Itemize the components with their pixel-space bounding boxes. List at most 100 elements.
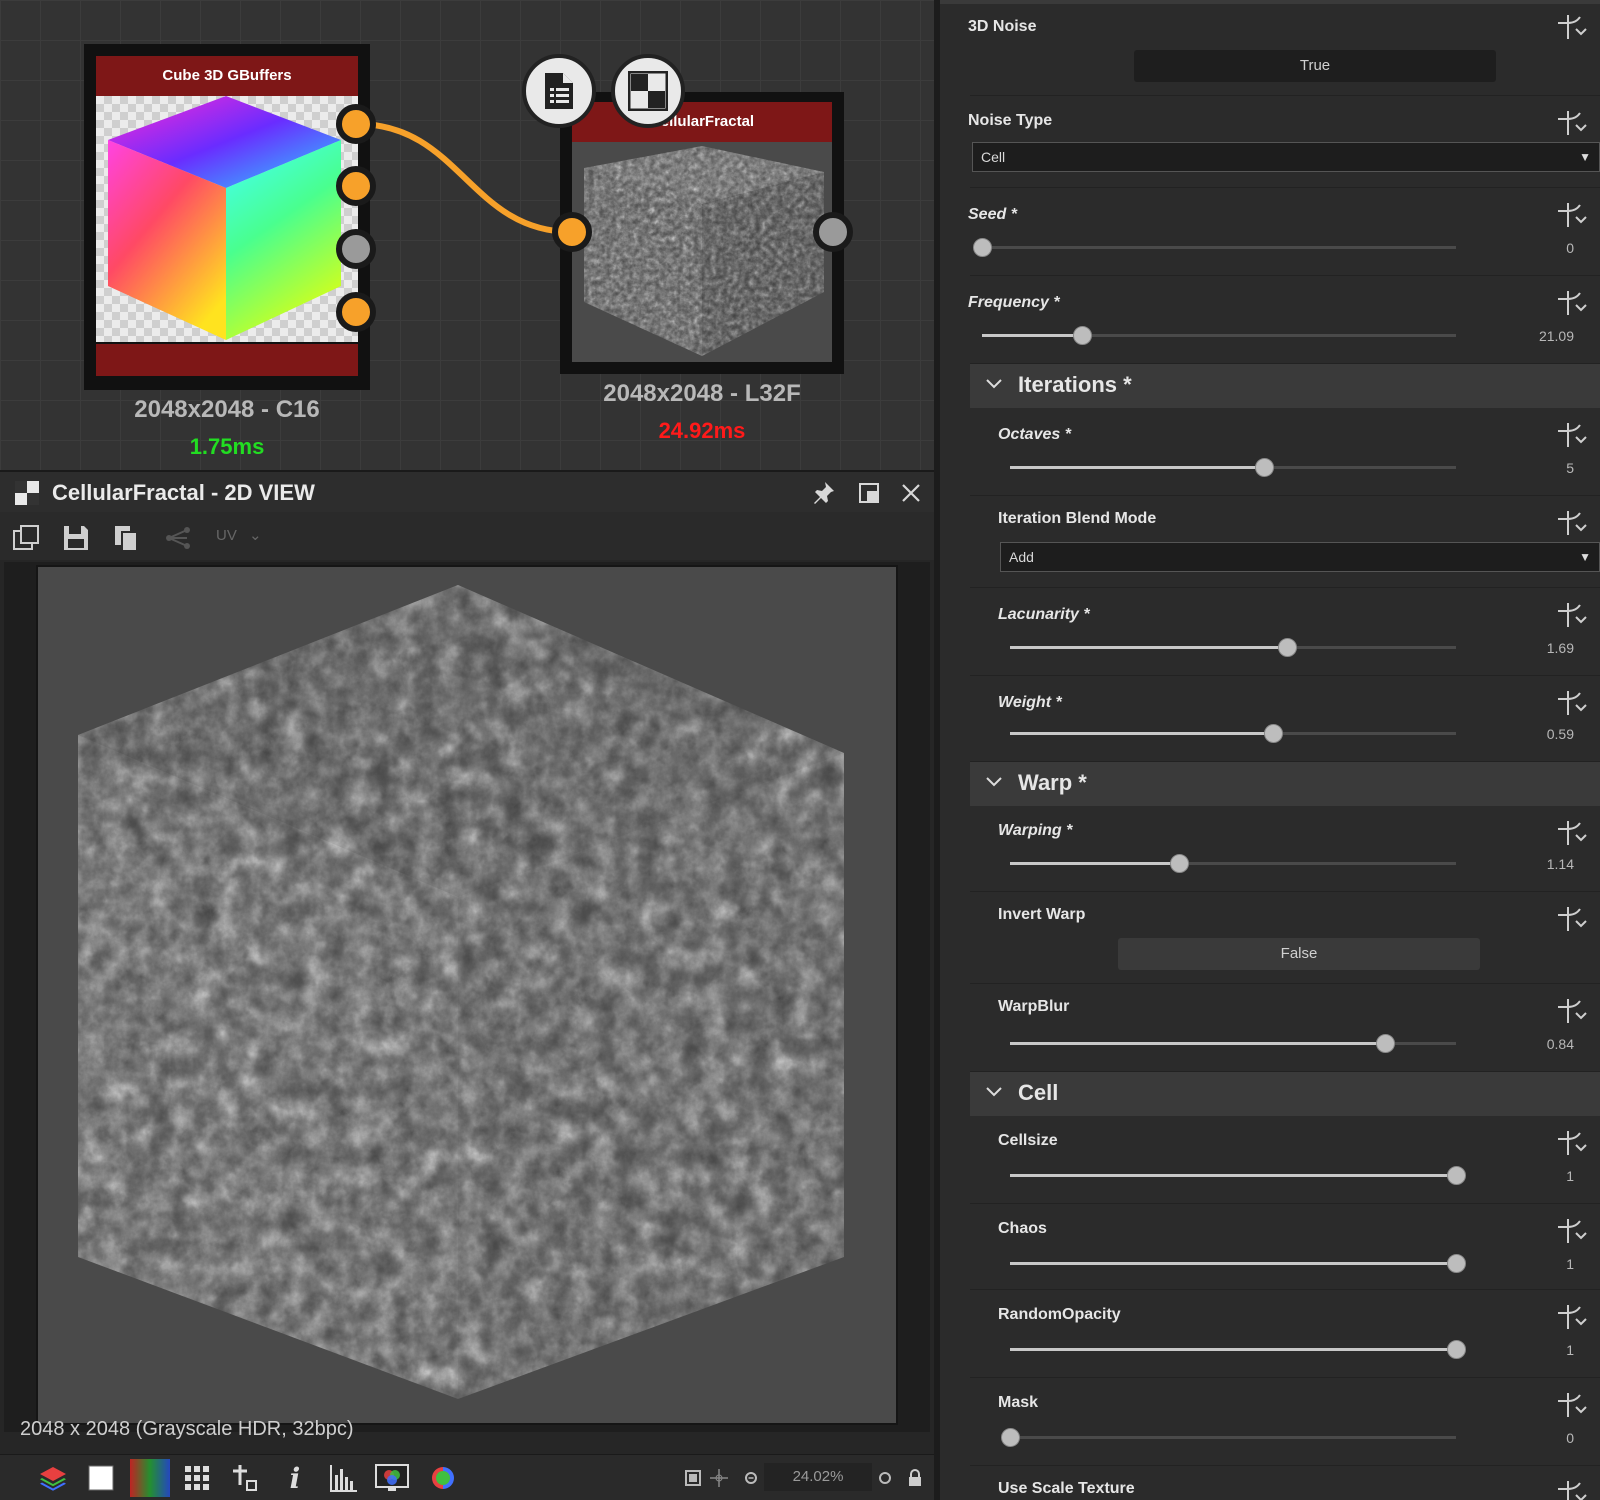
image-info-text: 2048 x 2048 (Grayscale HDR, 32bpc) — [20, 1418, 354, 1440]
color-wheel-icon[interactable] — [428, 1463, 458, 1493]
section-iterations[interactable]: Iterations * — [970, 364, 1600, 408]
reset-icon[interactable] — [1556, 1302, 1588, 1332]
cellsize-slider[interactable] — [1010, 1166, 1466, 1185]
reset-icon[interactable] — [1556, 818, 1588, 848]
weight-value[interactable]: 0.59 — [1547, 726, 1574, 742]
frequency-slider[interactable] — [982, 326, 1456, 345]
layers-icon[interactable] — [38, 1463, 68, 1493]
octaves-slider[interactable] — [1010, 458, 1456, 477]
reset-icon[interactable] — [1556, 420, 1588, 450]
slider-handle[interactable] — [1001, 1428, 1020, 1447]
output-port-1[interactable] — [336, 104, 376, 144]
reset-icon[interactable] — [1556, 12, 1588, 42]
cellsize-value[interactable]: 1 — [1566, 1168, 1574, 1184]
uv-mode-dropdown[interactable]: UV ⌄ — [216, 526, 262, 544]
share-icon[interactable] — [162, 522, 194, 554]
save-icon[interactable] — [60, 522, 92, 554]
uv-label: UV — [216, 527, 237, 544]
node-cube-3d-gbuffers[interactable]: Cube 3D GBuffers — [84, 44, 370, 390]
tiling-icon[interactable] — [230, 1463, 260, 1493]
section-cell[interactable]: Cell — [970, 1072, 1600, 1116]
reset-icon[interactable] — [1556, 108, 1588, 138]
seed-slider[interactable] — [973, 238, 1456, 257]
close-icon[interactable] — [898, 480, 924, 506]
node-resolution: 2048x2048 - C16 — [134, 396, 320, 423]
display-color-icon[interactable] — [372, 1463, 412, 1493]
zoom-out-icon[interactable] — [736, 1463, 766, 1493]
lacunarity-value[interactable]: 1.69 — [1547, 640, 1574, 656]
reset-icon[interactable] — [1556, 904, 1588, 934]
histogram-icon[interactable] — [328, 1463, 358, 1493]
warping-value[interactable]: 1.14 — [1547, 856, 1574, 872]
slider-handle[interactable] — [1072, 326, 1092, 345]
node-graph[interactable]: Cube 3D GBuffers 2048x2048 - C16 1.75ms … — [0, 0, 934, 470]
pin-icon[interactable] — [810, 480, 836, 506]
output-port-4[interactable] — [336, 292, 376, 332]
reset-icon[interactable] — [1556, 288, 1588, 318]
slider-handle[interactable] — [1255, 458, 1275, 477]
grid-icon[interactable] — [182, 1463, 212, 1493]
slider-handle[interactable] — [1447, 1254, 1466, 1273]
randomopacity-value[interactable]: 1 — [1566, 1342, 1574, 1358]
mask-slider[interactable] — [1001, 1428, 1456, 1447]
node-cellular-fractal[interactable]: CellularFractal — [560, 92, 844, 374]
chaos-value[interactable]: 1 — [1566, 1256, 1574, 1272]
reset-icon[interactable] — [1556, 200, 1588, 230]
weight-slider[interactable] — [1010, 724, 1456, 743]
mask-value[interactable]: 0 — [1566, 1430, 1574, 1446]
reset-icon[interactable] — [1556, 1478, 1588, 1500]
reset-icon[interactable] — [1556, 996, 1588, 1026]
warping-slider[interactable] — [1010, 854, 1456, 873]
copy-icon[interactable] — [110, 522, 142, 554]
prop-label: Lacunarity * — [998, 606, 1090, 623]
randomopacity-slider[interactable] — [1010, 1340, 1466, 1359]
info-icon[interactable]: i — [280, 1462, 310, 1495]
slider-handle[interactable] — [1447, 1340, 1466, 1359]
export-view-icon[interactable] — [10, 522, 42, 554]
zoom-in-icon[interactable] — [870, 1463, 900, 1493]
3d-noise-toggle[interactable]: True — [1134, 50, 1496, 82]
chaos-slider[interactable] — [1010, 1254, 1466, 1273]
invert-warp-toggle[interactable]: False — [1118, 938, 1480, 970]
output-port-3[interactable] — [336, 229, 376, 269]
prop-label: Chaos — [998, 1220, 1047, 1237]
lock-icon[interactable] — [900, 1463, 930, 1493]
checker-preview-icon[interactable] — [611, 54, 685, 128]
reset-icon[interactable] — [1556, 508, 1588, 538]
blend-mode-select[interactable]: Add ▼ — [1000, 542, 1600, 572]
output-port[interactable] — [813, 212, 853, 252]
slider-handle[interactable] — [1375, 1034, 1395, 1053]
reset-icon[interactable] — [1556, 688, 1588, 718]
reset-icon[interactable] — [1556, 1216, 1588, 1246]
slider-handle[interactable] — [1264, 724, 1284, 743]
zoom-level-field[interactable]: 24.02% — [764, 1463, 872, 1491]
image-canvas[interactable] — [36, 565, 898, 1425]
slider-handle[interactable] — [973, 238, 992, 257]
reset-icon[interactable] — [1556, 600, 1588, 630]
lacunarity-slider[interactable] — [1010, 638, 1456, 657]
slider-handle[interactable] — [1170, 854, 1190, 873]
document-icon[interactable] — [522, 54, 596, 128]
image-viewport[interactable] — [4, 562, 930, 1432]
white-channel-icon[interactable] — [86, 1463, 116, 1493]
noise-type-select[interactable]: Cell ▼ — [972, 142, 1600, 172]
octaves-value[interactable]: 5 — [1566, 460, 1574, 476]
slider-handle[interactable] — [1277, 638, 1297, 657]
center-view-icon[interactable] — [704, 1463, 734, 1493]
color-gradient-icon[interactable] — [130, 1459, 170, 1497]
slider-handle[interactable] — [1447, 1166, 1466, 1185]
input-port[interactable] — [552, 212, 592, 252]
reset-icon[interactable] — [1556, 1128, 1588, 1158]
prop-randomopacity: RandomOpacity 1 — [970, 1290, 1600, 1378]
frequency-value[interactable]: 21.09 — [1539, 328, 1574, 344]
node-thumbnail — [572, 142, 832, 362]
output-port-2[interactable] — [336, 166, 376, 206]
reset-icon[interactable] — [1556, 1390, 1588, 1420]
chevron-down-icon — [986, 1087, 1002, 1097]
prop-use-scale-texture: Use Scale Texture — [970, 1466, 1600, 1500]
seed-value[interactable]: 0 — [1566, 240, 1574, 256]
restore-window-icon[interactable] — [856, 480, 882, 506]
warpblur-slider[interactable] — [1010, 1034, 1456, 1053]
section-warp[interactable]: Warp * — [970, 762, 1600, 806]
warpblur-value[interactable]: 0.84 — [1547, 1036, 1574, 1052]
